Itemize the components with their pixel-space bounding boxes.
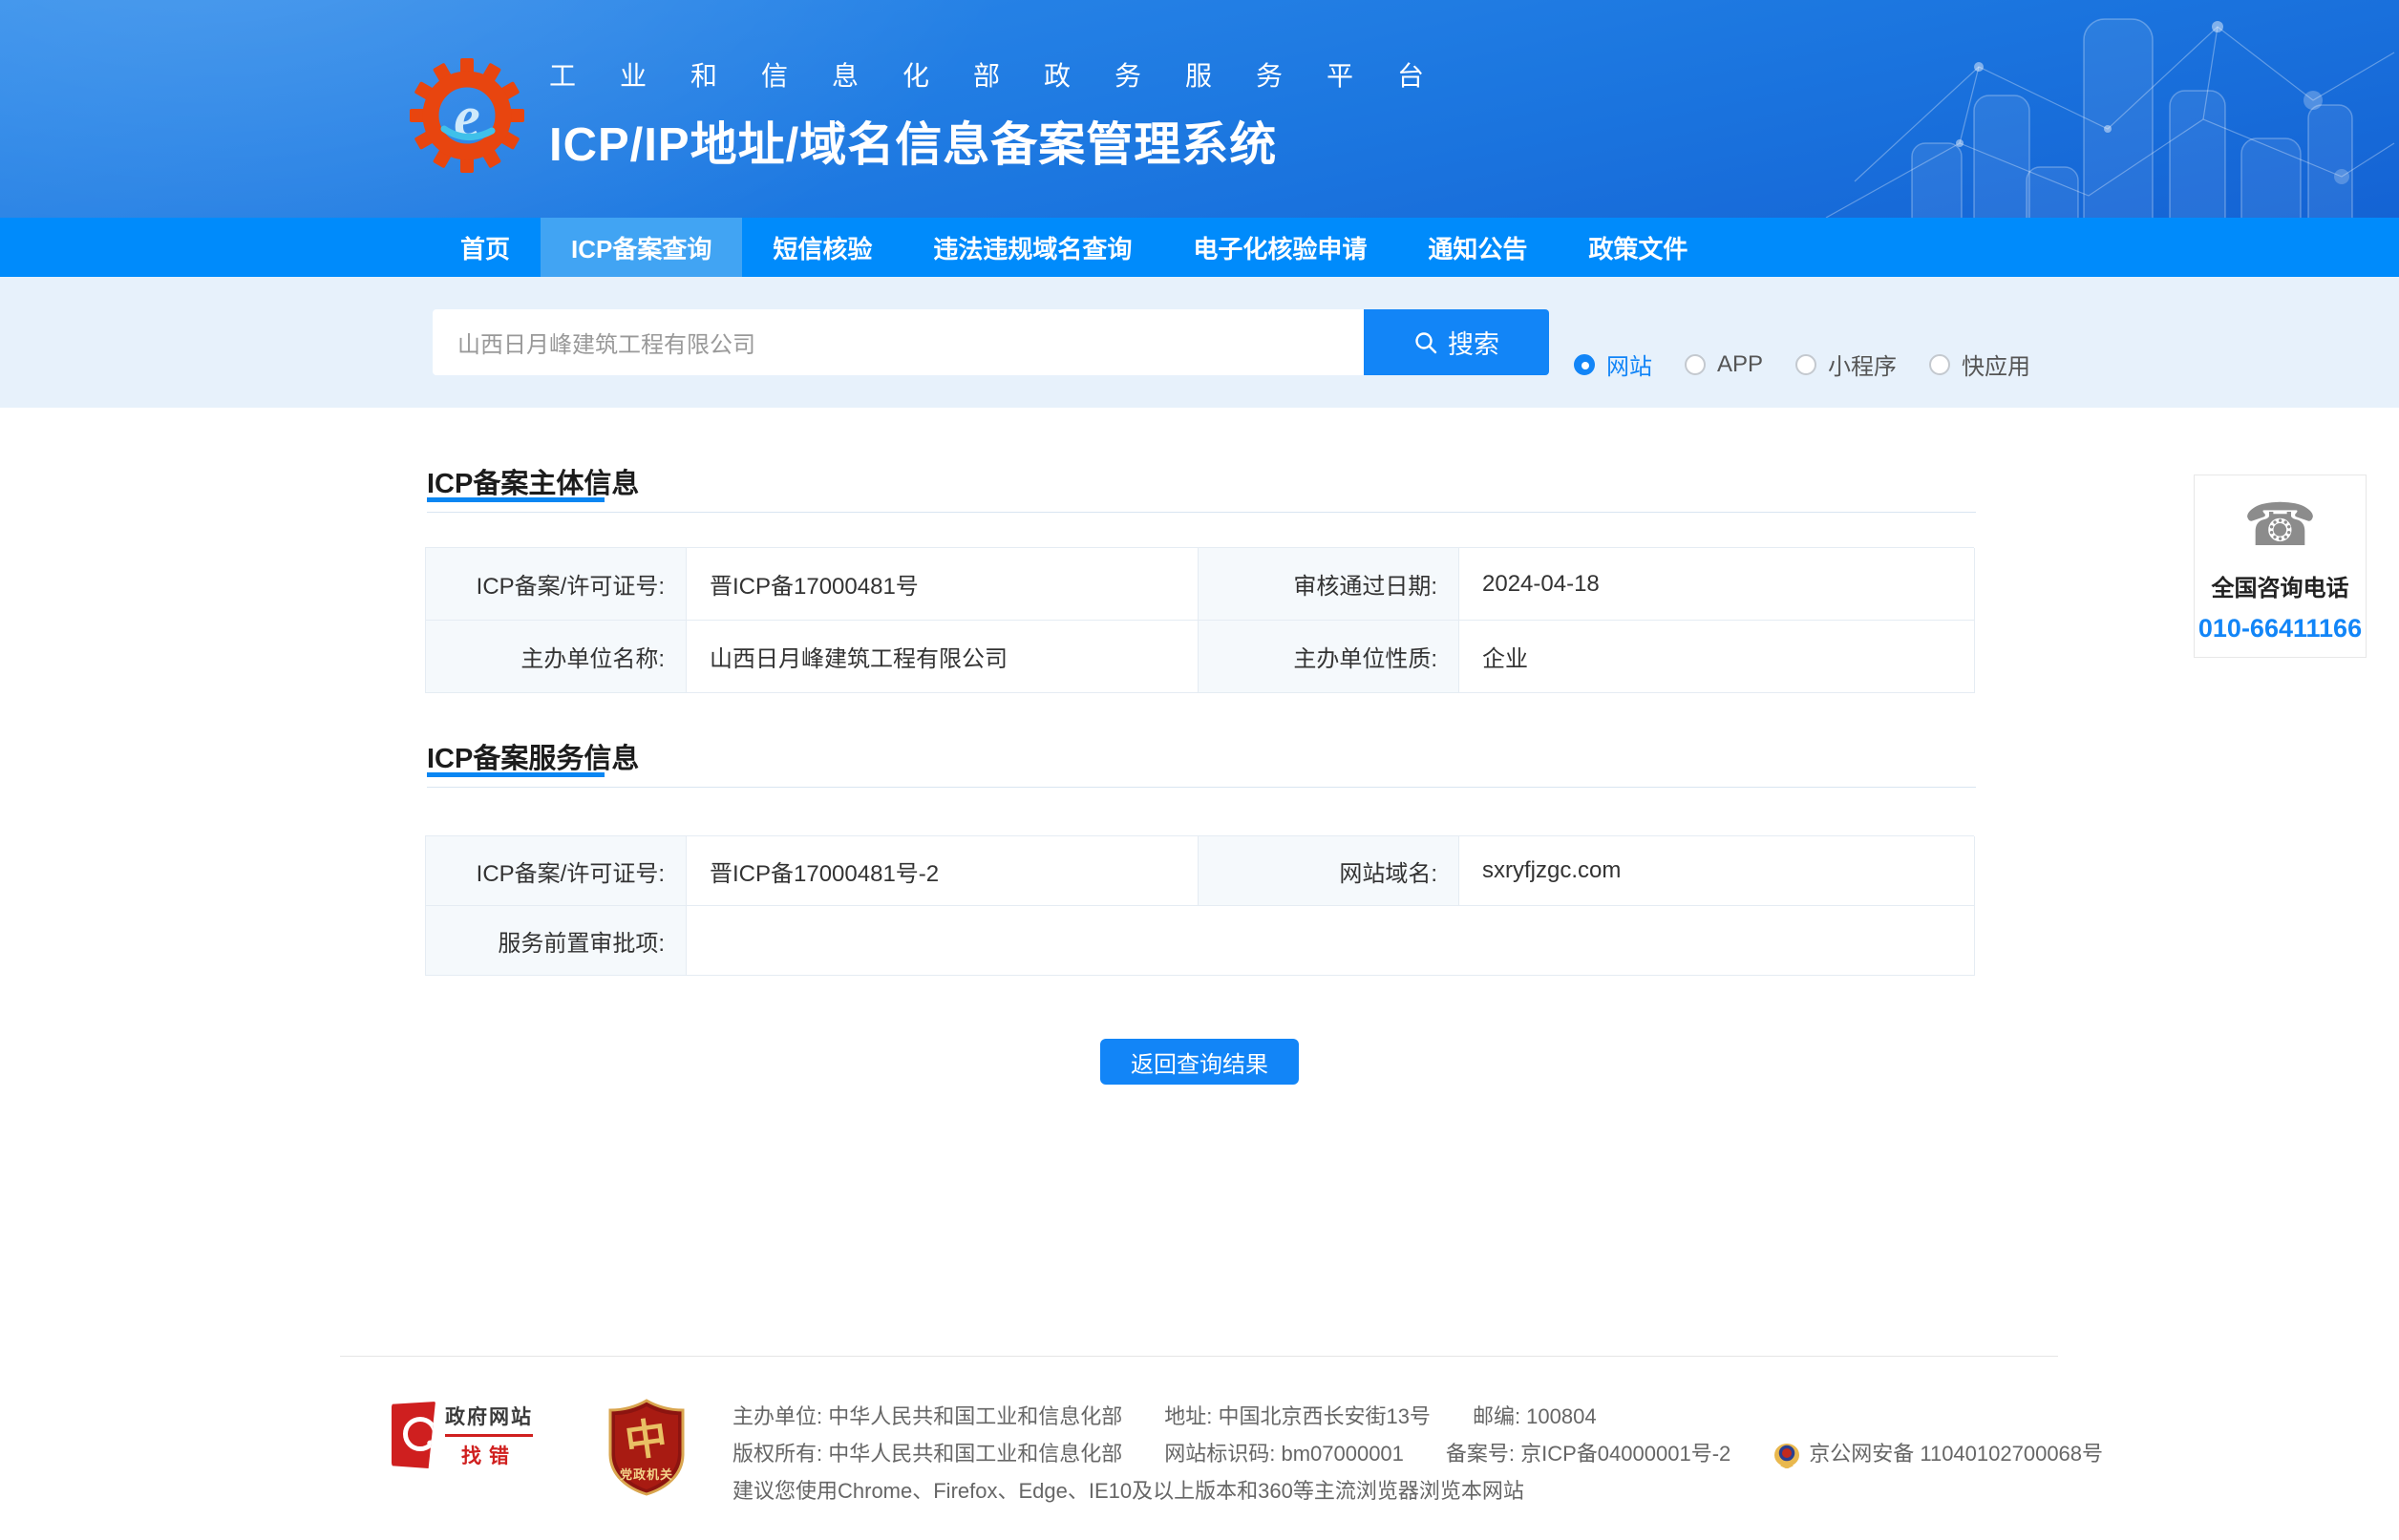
search-input[interactable] — [433, 309, 1364, 375]
search-button[interactable]: 搜索 — [1364, 309, 1549, 375]
footer-host: 主办单位: 中华人民共和国工业和信息化部 — [732, 1398, 1122, 1435]
svg-text:中: 中 — [622, 1414, 669, 1466]
radio-unselected-icon — [1795, 354, 1816, 375]
radio-app[interactable]: APP — [1685, 351, 1763, 378]
radio-quickapp-label: 快应用 — [1962, 348, 2030, 381]
nav-item-policy[interactable]: 政策文件 — [1558, 218, 1718, 277]
table-label: 主办单位性质: — [1199, 621, 1459, 693]
footer-address: 地址: 中国北京西长安街13号 — [1164, 1398, 1431, 1435]
page-title: ICP/IP地址/域名信息备案管理系统 — [549, 107, 1468, 175]
table-label: ICP备案/许可证号: — [426, 548, 687, 621]
table-label: 服务前置审批项: — [426, 906, 687, 976]
footer-browser-tip: 建议您使用Chrome、Firefox、Edge、IE10及以上版本和360等主… — [732, 1472, 1524, 1509]
nav-item-sms-verify[interactable]: 短信核验 — [742, 218, 902, 277]
nav-item-home[interactable]: 首页 — [430, 218, 541, 277]
nav-item-notice[interactable]: 通知公告 — [1397, 218, 1558, 277]
footer-zipcode: 邮编: 100804 — [1473, 1398, 1597, 1435]
error-badge-line2: 找错 — [445, 1441, 533, 1469]
subject-info-table: ICP备案/许可证号: 晋ICP备17000481号 审核通过日期: 2024-… — [425, 547, 1974, 693]
website-domain: sxryfjzgc.com — [1459, 836, 1975, 906]
footer-divider — [340, 1356, 2058, 1357]
service-info-section-title: ICP备案服务信息 — [427, 736, 639, 776]
radio-website[interactable]: 网站 — [1574, 348, 1652, 381]
radio-selected-icon — [1574, 354, 1595, 375]
party-badge-label: 党政机关 — [606, 1465, 687, 1483]
brand: e 工业和信息化部政务服务平台 ICP/IP地址/域名信息备案管理系统 — [410, 55, 1468, 175]
search-type-options: 网站 APP 小程序 快应用 — [1574, 348, 2030, 381]
nav-item-illegal-domain-query[interactable]: 违法违规域名查询 — [902, 218, 1162, 277]
search-button-label: 搜索 — [1448, 324, 1499, 361]
hotline-number: 010-66411166 — [2198, 614, 2362, 643]
city-skyline-decoration — [1769, 0, 2399, 218]
police-filing-link[interactable]: 京公网安备 11040102700068号 — [1773, 1435, 2103, 1472]
party-gov-organ-badge[interactable]: 中 党政机关 — [606, 1399, 687, 1496]
nav-item-e-verify-apply[interactable]: 电子化核验申请 — [1162, 218, 1397, 277]
section-divider — [427, 512, 1976, 513]
police-badge-icon — [1773, 1440, 1801, 1468]
gov-site-error-report-badge[interactable]: 政府网站 找错 — [392, 1402, 533, 1468]
platform-subtitle: 工业和信息化部政务服务平台 — [549, 55, 1468, 94]
error-badge-line1: 政府网站 — [445, 1402, 533, 1430]
footer-info: 主办单位: 中华人民共和国工业和信息化部 地址: 中国北京西长安街13号 邮编:… — [732, 1398, 2103, 1509]
hotline-title: 全国咨询电话 — [2212, 569, 2349, 602]
search-icon — [1413, 330, 1438, 355]
section-title-underline — [427, 497, 605, 502]
magnifier-flag-icon — [392, 1402, 435, 1468]
section-divider — [427, 787, 1976, 788]
footer-copyright: 版权所有: 中华人民共和国工业和信息化部 — [732, 1435, 1122, 1472]
header-banner: e 工业和信息化部政务服务平台 ICP/IP地址/域名信息备案管理系统 — [0, 0, 2399, 218]
main-nav: 首页 ICP备案查询 短信核验 违法违规域名查询 电子化核验申请 通知公告 政策… — [0, 218, 2399, 277]
service-info-table: ICP备案/许可证号: 晋ICP备17000481号-2 网站域名: sxryf… — [425, 835, 1974, 976]
radio-unselected-icon — [1929, 354, 1950, 375]
subject-info-section-title: ICP备案主体信息 — [427, 461, 639, 501]
page: e 工业和信息化部政务服务平台 ICP/IP地址/域名信息备案管理系统 首页 I… — [0, 0, 2399, 1540]
miit-gear-logo-icon: e — [410, 58, 524, 173]
error-badge-rule — [445, 1434, 533, 1437]
footer-site-code: 网站标识码: bm07000001 — [1164, 1435, 1404, 1472]
radio-unselected-icon — [1685, 354, 1706, 375]
telephone-icon: ☎ — [2243, 496, 2317, 556]
table-label: ICP备案/许可证号: — [426, 836, 687, 906]
icp-license-number: 晋ICP备17000481号 — [687, 548, 1199, 621]
section-title-underline — [427, 772, 605, 777]
radio-website-label: 网站 — [1606, 348, 1652, 381]
organizer-nature: 企业 — [1459, 621, 1975, 693]
nav-item-icp-query[interactable]: ICP备案查询 — [541, 218, 742, 277]
service-icp-license-number: 晋ICP备17000481号-2 — [687, 836, 1199, 906]
hotline-card: ☎ 全国咨询电话 010-66411166 — [2194, 475, 2367, 658]
back-to-results-button[interactable]: 返回查询结果 — [1100, 1039, 1299, 1085]
police-filing-number: 京公网安备 11040102700068号 — [1809, 1435, 2103, 1472]
radio-app-label: APP — [1717, 351, 1763, 378]
table-label: 审核通过日期: — [1199, 548, 1459, 621]
radio-miniprogram[interactable]: 小程序 — [1795, 348, 1897, 381]
organizer-name: 山西日月峰建筑工程有限公司 — [687, 621, 1199, 693]
table-label: 主办单位名称: — [426, 621, 687, 693]
table-label: 网站域名: — [1199, 836, 1459, 906]
search-section: 搜索 网站 APP 小程序 快应用 — [0, 277, 2399, 408]
radio-quickapp[interactable]: 快应用 — [1929, 348, 2030, 381]
pre-approval-item — [687, 906, 1975, 976]
review-pass-date: 2024-04-18 — [1459, 548, 1975, 621]
radio-miniprogram-label: 小程序 — [1828, 348, 1897, 381]
footer-icp-number: 备案号: 京ICP备04000001号-2 — [1446, 1435, 1730, 1472]
